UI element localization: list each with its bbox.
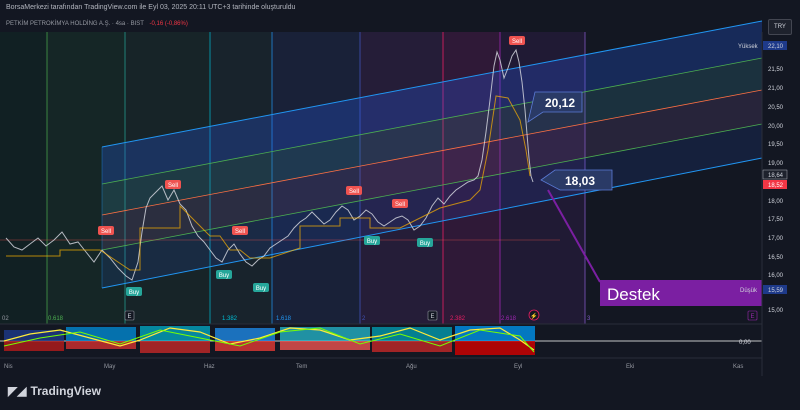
price-tick: 17,00: [768, 236, 784, 242]
sell-signal: Sell: [395, 202, 405, 208]
buy-signal: Buy: [420, 241, 430, 247]
price-tick: 17,50: [768, 217, 784, 223]
svg-text:May: May: [104, 364, 115, 370]
low-label: Düşük: [740, 288, 758, 294]
price-tick: 20,50: [768, 105, 784, 111]
resistance-price: 20,12: [545, 96, 575, 110]
price-tick: 16,50: [768, 255, 784, 261]
svg-text:Nis: Nis: [4, 364, 13, 370]
svg-text:2.618: 2.618: [501, 316, 517, 322]
svg-text:02: 02: [2, 316, 9, 322]
attribution-text: BorsaMerkezi tarafından TradingView.com …: [6, 4, 296, 11]
support-price: 18,03: [565, 174, 595, 188]
price-tick: 15,59: [768, 288, 784, 294]
tradingview-icon: ◤◢: [8, 384, 27, 398]
last-price: 18,64: [768, 173, 784, 179]
buy-signal: Buy: [219, 273, 229, 279]
svg-text:Kas: Kas: [733, 364, 743, 370]
svg-text:0.618: 0.618: [48, 316, 64, 322]
earnings-icon: E: [750, 314, 754, 320]
price-tick: 15,00: [768, 308, 784, 314]
svg-text:Eyl: Eyl: [514, 364, 522, 370]
tradingview-logo[interactable]: ◤◢ TradingView: [8, 384, 101, 398]
buy-signal: Buy: [367, 239, 377, 245]
sell-signal: Sell: [101, 229, 111, 235]
svg-text:Haz: Haz: [204, 364, 215, 370]
brand-name: TradingView: [30, 384, 101, 398]
buy-signal: Buy: [256, 286, 266, 292]
svg-text:Ağu: Ağu: [406, 364, 417, 370]
earnings-icon: E: [430, 314, 434, 320]
price-tick: 21,50: [768, 67, 784, 73]
svg-text:1.618: 1.618: [276, 316, 292, 322]
price-tick: 18,00: [768, 199, 784, 205]
sell-signal: Sell: [235, 229, 245, 235]
svg-text:1.382: 1.382: [222, 316, 238, 322]
high-label: Yüksek: [738, 44, 759, 50]
sell-signal: Sell: [349, 189, 359, 195]
price-chart[interactable]: Sell Sell Sell Sell Sell Sell Buy Buy Bu…: [0, 16, 800, 410]
price-tick: 19,50: [768, 142, 784, 148]
support-label-box[interactable]: Destek: [600, 280, 762, 306]
oscillator-pane[interactable]: 0,00: [0, 323, 762, 355]
svg-text:2.382: 2.382: [450, 316, 466, 322]
buy-signal: Buy: [129, 290, 139, 296]
svg-text:3: 3: [587, 316, 591, 322]
attribution-bar: BorsaMerkezi tarafından TradingView.com …: [0, 0, 800, 16]
sell-signal: Sell: [512, 39, 522, 45]
price-tick: 19,00: [768, 161, 784, 167]
price-tick: 21,00: [768, 86, 784, 92]
price-tick: 20,00: [768, 124, 784, 130]
dividend-icon: ⚡: [530, 312, 537, 320]
price-tick: 16,00: [768, 273, 784, 279]
svg-text:Tem: Tem: [296, 364, 307, 370]
price-tick: 22,10: [768, 44, 784, 50]
earnings-icon: E: [127, 314, 131, 320]
svg-text:Eki: Eki: [626, 364, 634, 370]
support-label: Destek: [607, 285, 660, 304]
oscillator-value: 0,00: [739, 340, 751, 346]
time-axis[interactable]: Nis May Haz Tem Ağu Eyl Eki Kas: [0, 357, 762, 370]
prev-price: 18,52: [768, 183, 784, 189]
sell-signal: Sell: [168, 183, 178, 189]
